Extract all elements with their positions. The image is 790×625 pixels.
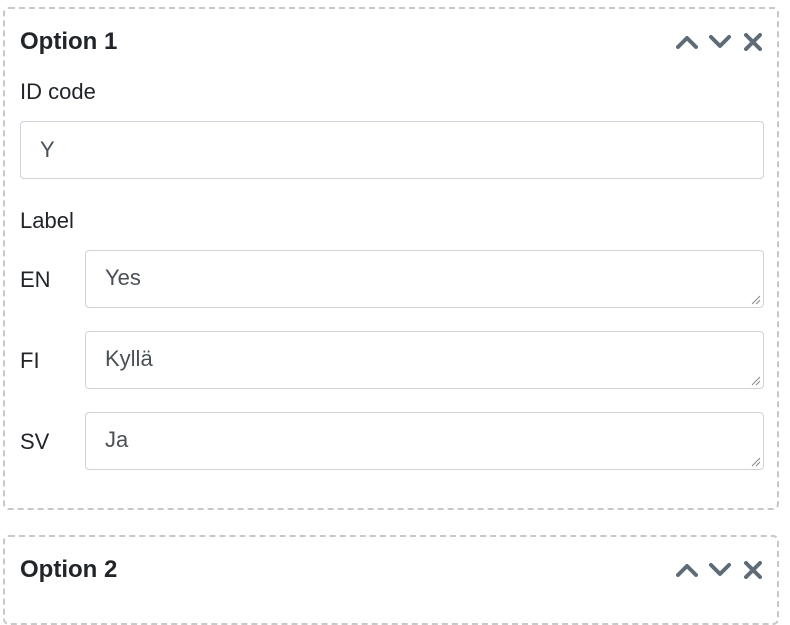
option-controls	[675, 31, 765, 53]
lang-label-sv: SV	[20, 429, 50, 454]
remove-option-button[interactable]	[741, 559, 765, 581]
label-value-fi: Kyllä	[105, 346, 153, 371]
label-heading: Label	[20, 208, 74, 233]
move-down-button[interactable]	[708, 31, 732, 53]
resize-grip-icon[interactable]	[749, 293, 761, 305]
label-textarea-sv[interactable]: Ja	[85, 412, 764, 470]
chevron-up-icon	[676, 36, 698, 49]
label-textarea-en[interactable]: Yes	[85, 250, 764, 308]
move-down-button[interactable]	[708, 559, 732, 581]
label-value-en: Yes	[105, 265, 141, 290]
option-card: Option 1 ID code Y Label EN Yes FI Kyllä…	[3, 7, 779, 510]
move-up-button[interactable]	[675, 31, 699, 53]
chevron-down-icon	[709, 563, 731, 576]
id-code-input[interactable]: Y	[20, 121, 764, 179]
option-title: Option 1	[20, 28, 118, 55]
option-card: Option 2	[3, 535, 779, 625]
label-textarea-fi[interactable]: Kyllä	[85, 331, 764, 389]
lang-label-fi: FI	[20, 348, 40, 373]
option-title: Option 2	[20, 556, 118, 583]
close-icon	[744, 33, 762, 51]
id-code-label: ID code	[20, 79, 96, 104]
close-icon	[744, 561, 762, 579]
resize-grip-icon[interactable]	[749, 455, 761, 467]
remove-option-button[interactable]	[741, 31, 765, 53]
option-controls	[675, 559, 765, 581]
lang-label-en: EN	[20, 267, 51, 292]
chevron-up-icon	[676, 564, 698, 577]
chevron-down-icon	[709, 35, 731, 48]
move-up-button[interactable]	[675, 559, 699, 581]
label-value-sv: Ja	[105, 427, 129, 452]
resize-grip-icon[interactable]	[749, 374, 761, 386]
